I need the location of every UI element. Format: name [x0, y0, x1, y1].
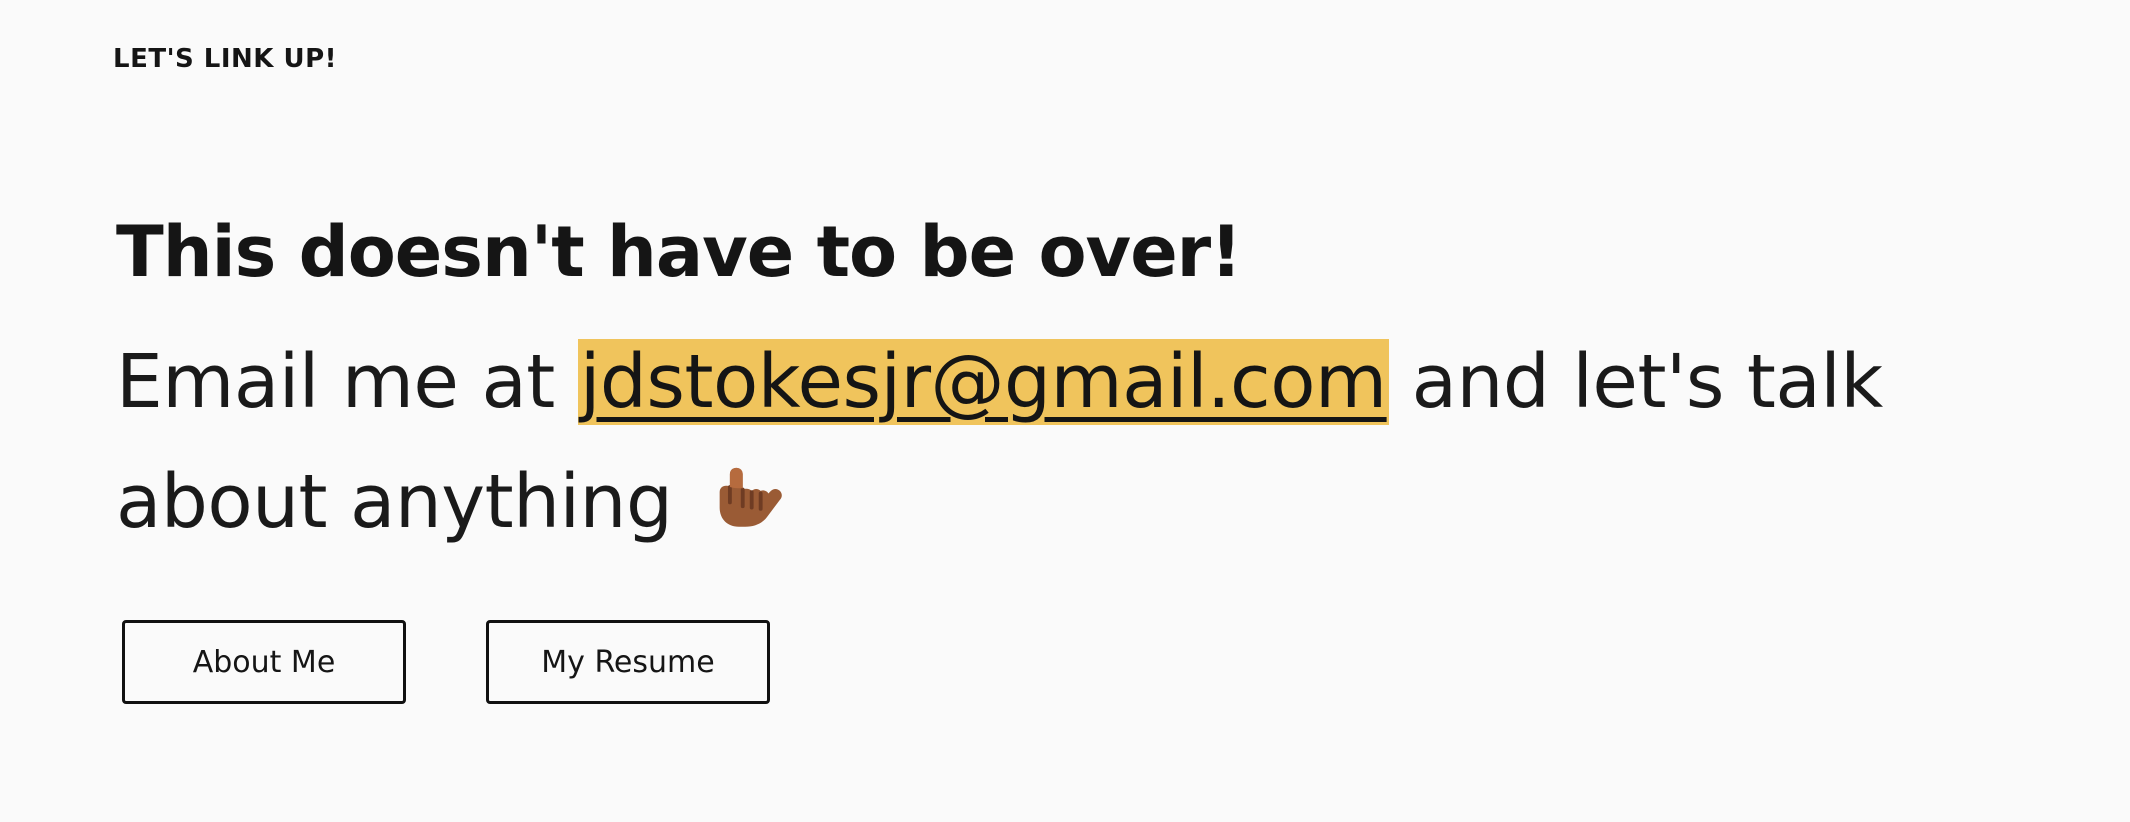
about-me-button[interactable]: About Me — [122, 620, 406, 704]
email-link[interactable]: jdstokesjr@gmail.com — [577, 339, 1389, 425]
contact-message: Email me at jdstokesjr@gmail.com and let… — [116, 322, 1916, 562]
message-prefix: Email me at — [116, 339, 578, 425]
button-row: About Me My Resume — [122, 620, 770, 704]
call-me-hand-icon — [720, 467, 783, 527]
section-eyebrow: LET'S LINK UP! — [113, 44, 338, 74]
hero-heading: This doesn't have to be over! — [116, 211, 1242, 293]
my-resume-button[interactable]: My Resume — [486, 620, 770, 704]
